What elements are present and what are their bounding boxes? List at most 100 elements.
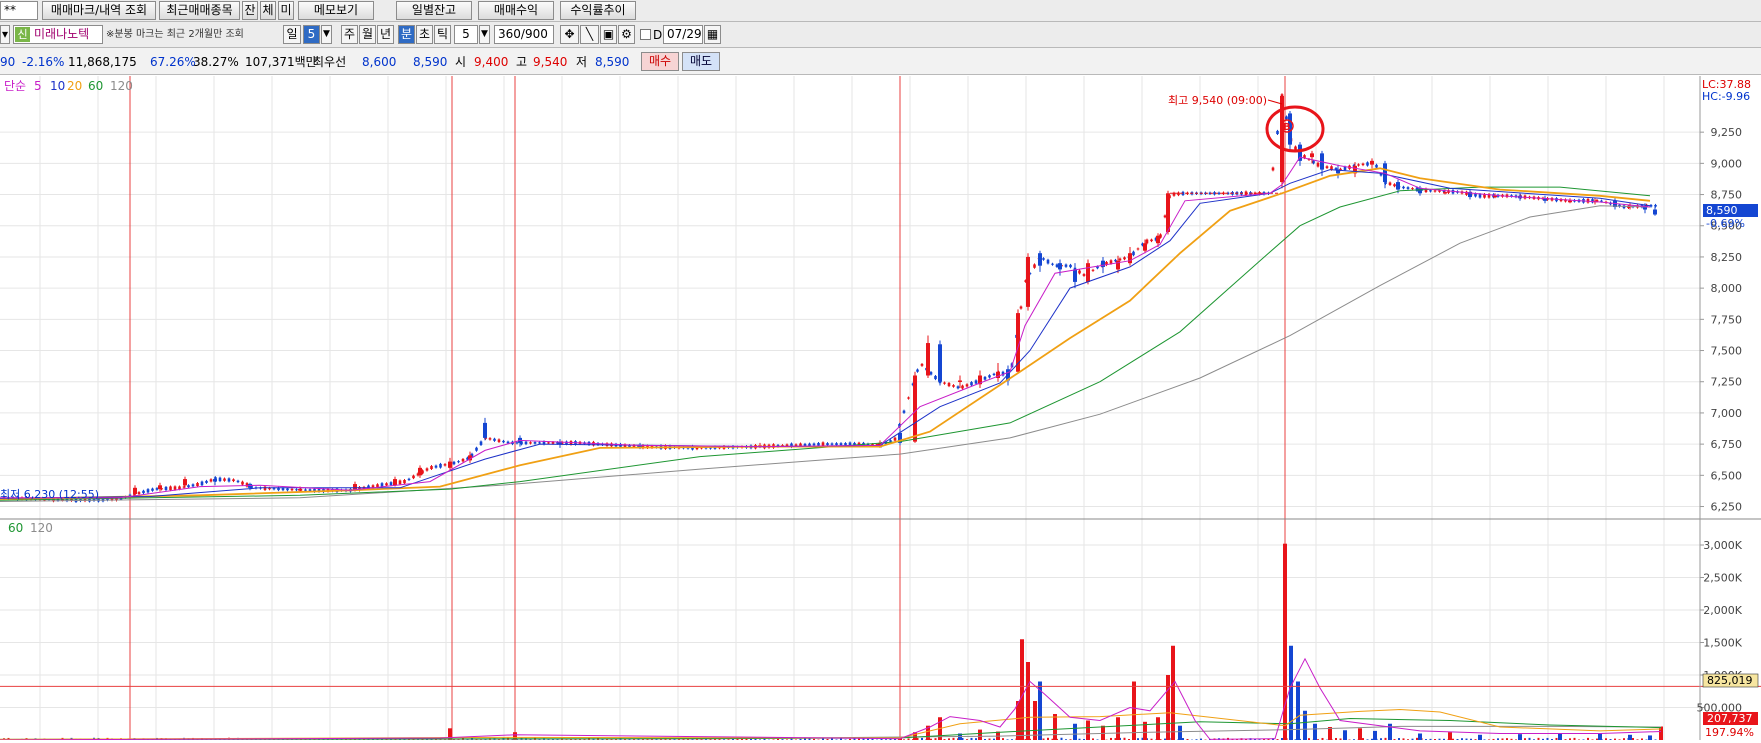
candle-body: [1150, 240, 1153, 242]
candle-body: [192, 484, 195, 486]
best-ask: 8,600: [362, 54, 396, 70]
price-tick-label: 7,500: [1711, 345, 1743, 358]
candle-body: [547, 442, 550, 443]
candle-body: [457, 461, 460, 462]
candle-body: [174, 486, 177, 489]
candle-body: [966, 384, 969, 386]
che-button[interactable]: 체: [260, 1, 276, 20]
candle-body: [453, 462, 456, 464]
candle-body: [943, 383, 946, 384]
volume-tick-label: 2,000K: [1703, 604, 1742, 617]
open-price: 9,400: [474, 54, 508, 70]
candle-body: [934, 376, 937, 379]
candle-body: [1119, 259, 1122, 261]
candle-body: [393, 479, 397, 485]
candle-body: [1600, 201, 1603, 202]
period-day-button[interactable]: 일: [283, 25, 301, 44]
hc-label: HC:-9.96: [1702, 90, 1750, 103]
candle-body: [1407, 187, 1410, 189]
candle-body: [435, 466, 438, 468]
buy-button[interactable]: 매수: [641, 52, 679, 71]
volume-bar: [1132, 682, 1136, 741]
period-week-button[interactable]: 주: [341, 25, 358, 44]
candle-body: [1026, 257, 1030, 307]
candle-body: [1312, 161, 1315, 164]
candle-body: [430, 466, 433, 469]
stock-chart[interactable]: 9,2509,0008,7508,5008,2508,0007,7507,500…: [0, 76, 1761, 740]
candle-body: [1123, 257, 1126, 259]
stock-dropdown-arrow-icon[interactable]: ▾: [0, 25, 10, 44]
change-value: 90: [0, 54, 15, 70]
period-second-button[interactable]: 초: [416, 25, 433, 44]
chart-area[interactable]: 9,2509,0008,7508,5008,2508,0007,7507,500…: [0, 76, 1761, 740]
day-count-value[interactable]: 5: [303, 25, 320, 44]
candle-body: [480, 441, 483, 444]
candle-body: [493, 439, 496, 441]
memo-view-button[interactable]: 메모보기: [298, 1, 374, 20]
candle-body: [1173, 193, 1176, 196]
candle-body: [399, 480, 402, 484]
high-annotation: 최고 9,540 (09:00): [1168, 94, 1267, 107]
mi-button[interactable]: 미: [278, 1, 294, 20]
draw-line-tool-icon[interactable]: ╲: [580, 25, 599, 44]
candle-body: [975, 380, 978, 383]
buy-mark-letter: B: [1283, 122, 1291, 133]
trade-mark-history-button[interactable]: 매매마크/내역 조회: [42, 1, 156, 20]
date-checkbox-label: D: [653, 27, 662, 43]
candle-body: [1653, 210, 1657, 215]
volume-bar: [1628, 735, 1632, 740]
calendar-icon[interactable]: ▦: [704, 25, 721, 44]
period-month-button[interactable]: 월: [359, 25, 376, 44]
date-checkbox[interactable]: [640, 29, 651, 40]
stock-selector[interactable]: 신 미래나노텍: [13, 25, 103, 44]
volume-bar: [1418, 734, 1422, 741]
quote-bar: 90 -2.16% 11,868,175 67.26% 38.27% 107,3…: [0, 48, 1761, 75]
candle-body: [1434, 190, 1437, 191]
count-value: 360: [498, 27, 521, 41]
count-input[interactable]: 360/900: [494, 25, 554, 44]
current-price-label: 8,590: [1706, 204, 1738, 217]
candle-body: [133, 488, 137, 494]
jan-button[interactable]: 잔: [242, 1, 258, 20]
candle-body: [534, 442, 537, 444]
candle-body: [1429, 190, 1432, 191]
candle-body: [840, 443, 843, 445]
candle-body: [502, 441, 505, 442]
daily-balance-button[interactable]: 일별잔고: [396, 1, 472, 20]
day-count-dropdown-icon[interactable]: ▼: [321, 25, 332, 44]
sell-button[interactable]: 매도: [682, 52, 720, 71]
trade-profit-button[interactable]: 매매수익: [478, 1, 554, 20]
minute-value-input[interactable]: 5: [454, 25, 478, 44]
candle-body: [304, 489, 307, 490]
return-trend-button[interactable]: 수익률추이: [560, 1, 636, 20]
volume-bar: [1289, 646, 1293, 740]
date-input[interactable]: 07/29: [663, 25, 703, 44]
volume-bar: [1448, 732, 1452, 740]
candle-body: [813, 444, 816, 446]
candle-body: [907, 397, 910, 398]
legend-ma60: 60: [88, 79, 103, 93]
crosshair-tool-icon[interactable]: ✥: [560, 25, 579, 44]
candle-body: [1101, 261, 1105, 267]
candle-body: [237, 481, 240, 482]
candle-body: [291, 489, 294, 490]
minute-dropdown-icon[interactable]: ▼: [479, 25, 490, 44]
candle-body: [516, 442, 519, 443]
recent-traded-stocks-button[interactable]: 최근매매종목: [159, 1, 240, 20]
open-label: 시: [455, 54, 466, 70]
candle-body: [298, 489, 302, 491]
stock-name: 미래나노텍: [34, 26, 89, 43]
candle-body: [844, 443, 847, 445]
candle-body: [223, 479, 226, 481]
stock-code-input[interactable]: **: [0, 1, 38, 20]
period-minute-button[interactable]: 분: [398, 25, 415, 44]
period-year-button[interactable]: 년: [377, 25, 394, 44]
candle-body: [817, 443, 820, 445]
trade-amount: 107,371백만: [245, 54, 317, 70]
period-tick-button[interactable]: 틱: [434, 25, 451, 44]
save-icon[interactable]: ▣: [600, 25, 617, 44]
candle-body: [948, 383, 951, 386]
volume-bar: [1648, 735, 1652, 740]
candle-body: [808, 444, 811, 446]
gear-icon[interactable]: ⚙: [618, 25, 635, 44]
